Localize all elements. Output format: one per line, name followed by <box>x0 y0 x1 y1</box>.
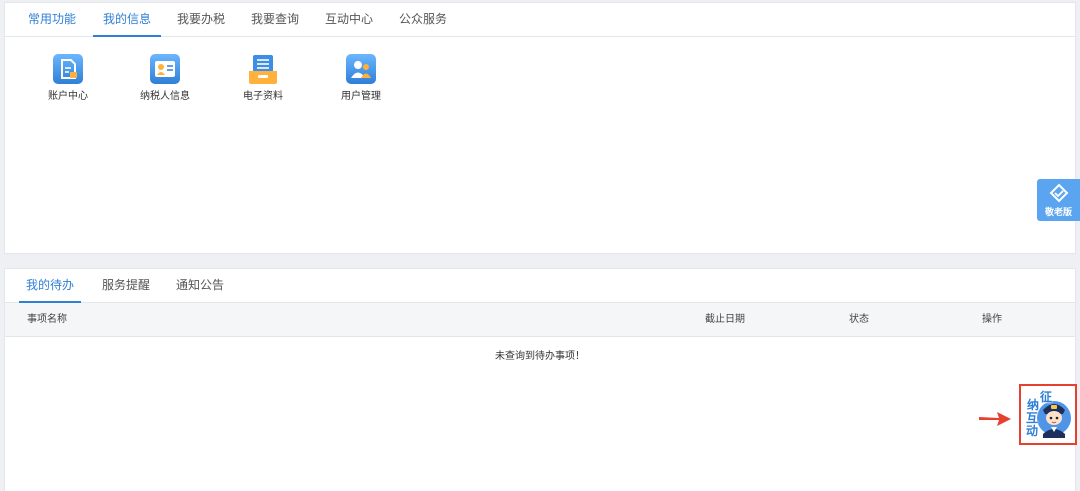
tab-common-functions[interactable]: 常用功能 <box>21 3 83 37</box>
bottom-tab-bar: 我的待办 服务提醒 通知公告 <box>5 269 1075 303</box>
users-icon <box>346 54 376 84</box>
empty-state-message: 未查询到待办事项！ <box>495 351 585 362</box>
red-arrow-icon <box>979 412 1011 426</box>
app-label: 用户管理 <box>341 91 381 102</box>
todo-table-header: 事项名称 截止日期 状态 操作 <box>5 303 1075 337</box>
tab-tax-filing[interactable]: 我要办税 <box>171 3 231 37</box>
app-electronic-docs[interactable]: 电子资料 <box>223 51 303 107</box>
top-tab-bar: 常用功能 我的信息 我要办税 我要查询 互动中心 公众服务 <box>5 3 1075 37</box>
column-deadline: 截止日期 <box>705 314 745 325</box>
app-label: 账户中心 <box>48 91 88 102</box>
handshake-icon <box>1049 183 1069 203</box>
assistant-char: 征 <box>1040 390 1053 404</box>
tab-notices[interactable]: 通知公告 <box>169 269 231 303</box>
tab-service-reminders[interactable]: 服务提醒 <box>95 269 157 303</box>
column-actions: 操作 <box>982 314 1002 325</box>
taxpayer-card-icon <box>150 54 180 84</box>
account-doc-icon <box>53 54 83 84</box>
app-user-management[interactable]: 用户管理 <box>321 51 401 107</box>
app-account-center[interactable]: 账户中心 <box>28 51 108 107</box>
column-status: 状态 <box>849 314 869 325</box>
my-info-panel: 常用功能 我的信息 我要办税 我要查询 互动中心 公众服务 账户中心 纳税人信息 <box>4 2 1076 254</box>
app-label: 纳税人信息 <box>140 91 190 102</box>
assistant-char: 动 <box>1026 424 1039 438</box>
app-taxpayer-info[interactable]: 纳税人信息 <box>125 51 205 107</box>
tab-query[interactable]: 我要查询 <box>245 3 305 37</box>
tab-my-info[interactable]: 我的信息 <box>93 3 161 37</box>
elder-mode-button[interactable]: 敬老版 <box>1037 179 1080 221</box>
tab-interaction-center[interactable]: 互动中心 <box>319 3 379 37</box>
tab-public-services[interactable]: 公众服务 <box>393 3 453 37</box>
app-label: 电子资料 <box>243 91 283 102</box>
interaction-assistant-widget[interactable]: 征 纳 互 动 <box>1024 390 1074 440</box>
column-item-name: 事项名称 <box>27 314 67 325</box>
todo-panel: 我的待办 服务提醒 通知公告 事项名称 截止日期 状态 操作 未查询到待办事项！ <box>4 268 1076 491</box>
elder-mode-label: 敬老版 <box>1044 208 1072 218</box>
file-box-icon <box>249 55 277 84</box>
tab-my-todos[interactable]: 我的待办 <box>19 269 81 303</box>
